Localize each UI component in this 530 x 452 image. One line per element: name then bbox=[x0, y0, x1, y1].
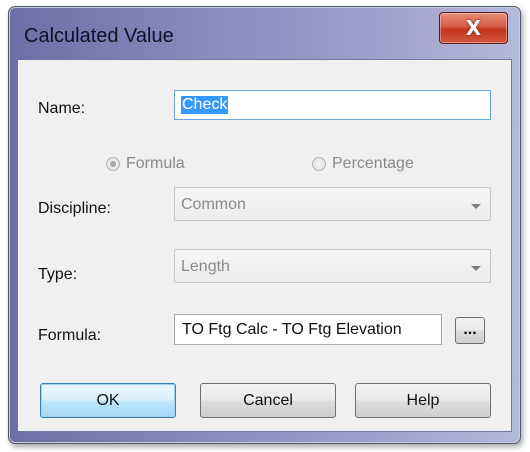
formula-radio-dot bbox=[110, 161, 116, 167]
formula-input[interactable]: TO Ftg Calc - TO Ftg Elevation bbox=[174, 314, 442, 345]
close-icon: X bbox=[465, 16, 482, 40]
type-label: Type: bbox=[38, 266, 78, 283]
formula-browse-button[interactable]: ... bbox=[455, 317, 485, 344]
chevron-down-icon bbox=[471, 266, 481, 271]
name-input[interactable]: Check bbox=[174, 90, 491, 120]
type-value: Length bbox=[181, 258, 230, 275]
type-dropdown[interactable]: Length bbox=[174, 249, 491, 283]
cancel-button[interactable]: Cancel bbox=[200, 383, 336, 418]
name-label: Name: bbox=[38, 100, 86, 117]
discipline-value: Common bbox=[181, 196, 246, 213]
formula-label: Formula: bbox=[38, 327, 102, 344]
formula-radio[interactable] bbox=[106, 157, 120, 171]
ok-button[interactable]: OK bbox=[40, 383, 176, 418]
formula-input-value: TO Ftg Calc - TO Ftg Elevation bbox=[182, 321, 402, 338]
dialog-body: Name: Check Formula Percentage Disciplin… bbox=[17, 59, 512, 432]
percentage-radio-label[interactable]: Percentage bbox=[332, 155, 414, 173]
discipline-label: Discipline: bbox=[38, 200, 111, 217]
dialog-title: Calculated Value bbox=[24, 25, 174, 47]
name-input-value: Check bbox=[181, 96, 229, 114]
calculated-value-dialog: Calculated Value X Name: Check Formula P… bbox=[8, 6, 521, 444]
close-button[interactable]: X bbox=[439, 12, 508, 44]
percentage-radio[interactable] bbox=[312, 157, 326, 171]
chevron-down-icon bbox=[471, 204, 481, 209]
discipline-dropdown[interactable]: Common bbox=[174, 187, 491, 221]
help-button[interactable]: Help bbox=[355, 383, 491, 418]
formula-radio-label[interactable]: Formula bbox=[126, 155, 185, 173]
